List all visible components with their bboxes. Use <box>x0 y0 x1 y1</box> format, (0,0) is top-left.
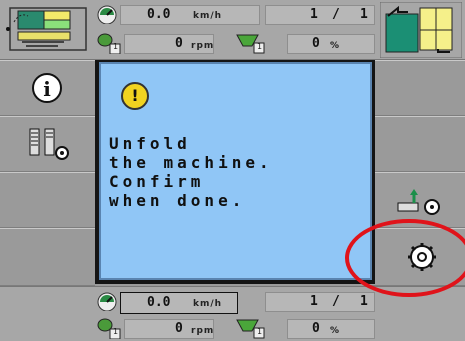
highlight-annotation <box>345 219 465 297</box>
speedometer-icon <box>96 291 118 312</box>
counter-left: 1 <box>310 294 318 309</box>
empty-softkey-left-4 <box>0 228 95 286</box>
speed-unit: km/h <box>193 11 223 21</box>
rpm-field: 0 rpm <box>124 34 214 54</box>
speed-value: 0.0 <box>147 7 171 22</box>
counter-sep: / <box>332 7 340 22</box>
speed-unit: km/h <box>193 299 223 309</box>
unfold-machine-dialog: ! Unfold the machine. Confirm when done. <box>99 62 372 280</box>
rpm-value: 0 <box>175 36 183 51</box>
hopper-level-icon: 1 <box>236 32 266 54</box>
counter-right: 1 <box>360 294 368 309</box>
switch-view-icon[interactable] <box>379 1 463 59</box>
percent-value: 0 <box>312 321 320 336</box>
rpm-unit: rpm <box>191 326 215 336</box>
speedometer-icon <box>96 4 118 25</box>
rpm-icon: 1 <box>96 317 122 340</box>
percent-field: 0 % <box>287 34 375 54</box>
percent-value: 0 <box>312 36 320 51</box>
machine-overview-icon[interactable] <box>4 2 90 56</box>
tramline-settings-icon <box>29 128 69 160</box>
speed-field: 0.0 km/h <box>120 5 260 25</box>
hopper-badge: 1 <box>257 42 264 51</box>
empty-softkey-left-3 <box>0 172 95 228</box>
percent-unit: % <box>330 326 341 336</box>
counter-right: 1 <box>360 7 368 22</box>
info-softkey[interactable]: i <box>0 60 95 116</box>
left-softkey-column: i <box>0 60 95 286</box>
top-status-bar: 0.0 km/h 1 / 1 1 0 rpm 1 0 % <box>0 0 465 60</box>
speed-value: 0.0 <box>147 295 171 310</box>
hopper-level-icon: 1 <box>236 317 266 339</box>
counter-field: 1 / 1 <box>265 5 375 25</box>
rpm-icon: 1 <box>96 32 122 55</box>
rpm-field: 0 rpm <box>124 319 214 339</box>
rpm-badge: 1 <box>113 327 120 336</box>
isobus-terminal-screen: 0.0 km/h 1 / 1 1 0 rpm 1 0 % i ! Unfold … <box>0 0 465 341</box>
hopper-badge: 1 <box>257 327 264 336</box>
tramline-settings-softkey[interactable] <box>0 116 95 172</box>
percent-field: 0 % <box>287 319 375 339</box>
counter-left: 1 <box>310 7 318 22</box>
dialog-message: Unfold the machine. Confirm when done. <box>109 134 273 210</box>
rpm-unit: rpm <box>191 41 215 51</box>
speed-field: 0.0 km/h <box>120 292 238 314</box>
svg-text:i: i <box>43 77 51 101</box>
info-icon: i <box>32 73 62 103</box>
empty-softkey-right-2 <box>370 116 465 172</box>
percent-unit: % <box>330 41 341 51</box>
warning-icon: ! <box>121 82 149 110</box>
rpm-value: 0 <box>175 321 183 336</box>
rpm-badge: 1 <box>113 42 120 51</box>
counter-sep: / <box>332 294 340 309</box>
counter-field: 1 / 1 <box>265 292 375 312</box>
empty-softkey-right-1 <box>370 60 465 116</box>
